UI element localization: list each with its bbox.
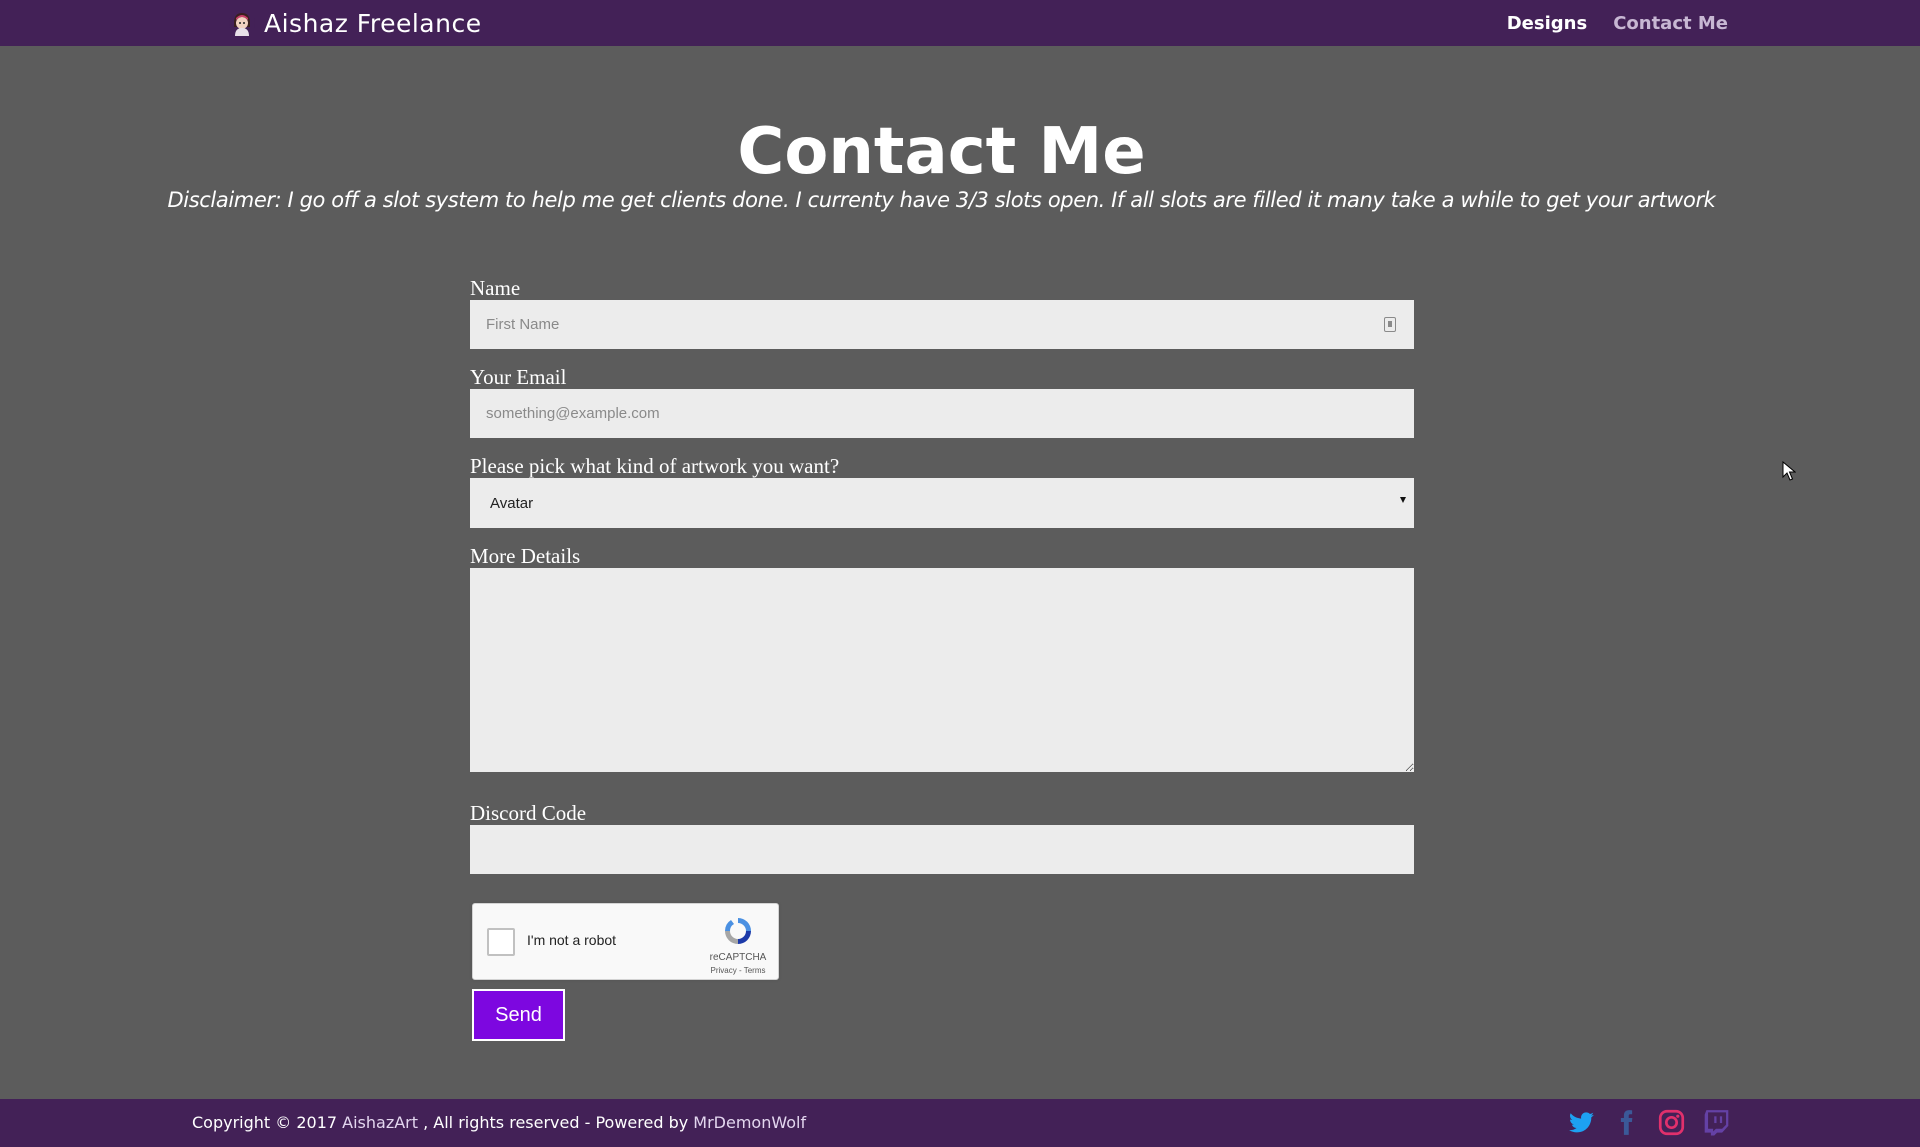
recaptcha-privacy-terms-link[interactable]: Privacy - Terms [707,966,769,975]
recaptcha-checkbox[interactable] [487,928,515,956]
artwork-selected-value: Avatar [490,494,534,512]
twitch-icon[interactable] [1703,1109,1730,1136]
avatar-logo-icon [229,10,255,36]
details-label: More Details [470,544,581,568]
details-textarea[interactable] [470,568,1414,772]
disclaimer-text: Disclaimer: I go off a slot system to he… [167,188,1716,212]
recaptcha-label: I'm not a robot [527,932,617,948]
email-input[interactable] [470,389,1414,438]
name-field-wrapper [470,300,1414,349]
copyright-prefix: Copyright © 2017 [192,1113,343,1132]
recaptcha-logo-icon [724,918,751,944]
copyright-middle: , All rights reserved - Powered by [418,1113,694,1132]
brand-name: Aishaz Freelance [264,8,482,38]
instagram-icon[interactable] [1658,1109,1685,1136]
author-link[interactable]: AishazArt [342,1113,418,1132]
send-button[interactable]: Send [472,989,565,1041]
top-navbar: Aishaz Freelance Designs Contact Me [0,0,1920,46]
dropdown-arrow-icon [1400,497,1406,503]
contact-form: Name Your Email Please pick what kind of… [470,272,1414,874]
recaptcha-widget: I'm not a robot reCAPTCHA Privacy - Term… [472,903,779,980]
footer-copyright: Copyright © 2017 AishazArt , All rights … [192,1099,806,1147]
name-input[interactable] [470,300,1414,349]
page-title: Contact Me [737,115,1146,189]
name-label: Name [470,276,521,300]
mouse-cursor-icon [1782,461,1796,481]
nav-item-contact-me[interactable]: Contact Me [1613,13,1728,34]
social-links [1568,1109,1730,1136]
recaptcha-brand: reCAPTCHA [709,952,767,963]
main-nav: Designs Contact Me [1507,0,1728,46]
artwork-select[interactable]: Avatar [470,478,1414,528]
powered-by-link[interactable]: MrDemonWolf [693,1113,806,1132]
artwork-label: Please pick what kind of artwork you wan… [470,454,840,478]
nav-item-designs[interactable]: Designs [1507,13,1587,34]
discord-code-input[interactable] [470,825,1414,874]
discord-label: Discord Code [470,801,587,825]
email-label: Your Email [470,365,567,389]
autofill-contact-icon[interactable] [1384,317,1396,332]
footer: Copyright © 2017 AishazArt , All rights … [0,1099,1920,1147]
facebook-icon[interactable] [1613,1109,1640,1136]
brand-link[interactable]: Aishaz Freelance [228,7,482,39]
twitter-icon[interactable] [1568,1109,1595,1136]
